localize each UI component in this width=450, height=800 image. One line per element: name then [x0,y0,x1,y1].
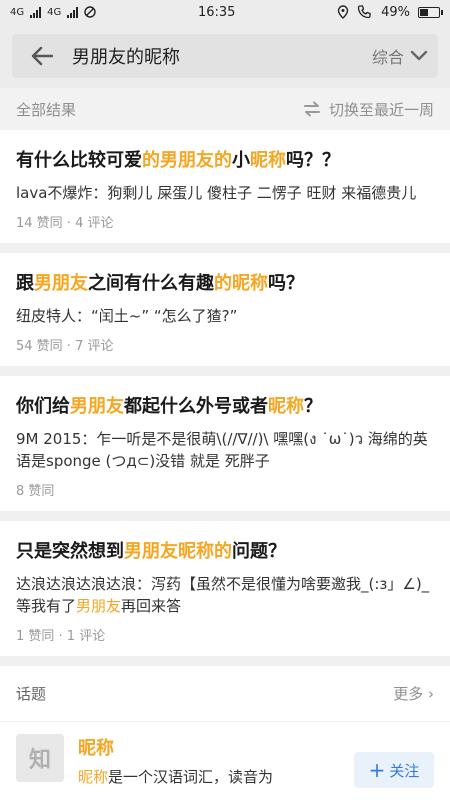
more-topics-link[interactable]: 更多 › [393,683,434,704]
title-highlight: 昵称 [250,150,286,171]
status-left: 4G 4G [10,6,96,18]
result-title[interactable]: 只是突然想到男朋友昵称的问题？ [16,539,434,565]
excerpt-text: 纽皮特人：“闰土~” “怎么了猹?” [16,307,238,325]
switch-time-range-button[interactable]: 切换至最近一周 [303,99,434,120]
follow-label: 关注 [389,761,420,780]
topic-desc-highlight: 昵称 [78,768,109,786]
title-text: 有什么比较可爱 [16,150,142,171]
result-card[interactable]: 有什么比较可爱的男朋友的小昵称吗？？ lava不爆炸：狗剩儿 屎蛋儿 傻柱子 二愣… [0,130,450,243]
chevron-down-icon [410,50,428,61]
battery-percent: 49% [381,4,410,20]
excerpt-highlight: 男朋友 [76,597,122,615]
result-card[interactable]: 你们给男朋友都起什么外号或者昵称？ 9M 2015：乍一听是不是很萌\(//∇//… [0,376,450,511]
results-list: 有什么比较可爱的男朋友的小昵称吗？？ lava不爆炸：狗剩儿 屎蛋儿 傻柱子 二愣… [0,130,450,656]
title-highlight: 的昵称 [214,273,268,294]
title-text: 只是突然想到 [16,541,124,562]
title-highlight: 的男朋友的 [142,150,232,171]
result-title[interactable]: 跟男朋友之间有什么有趣的昵称吗？ [16,271,434,297]
signal-icon-2 [67,6,79,18]
excerpt-text: 9M 2015：乍一听是不是很萌\(//∇//)\ 嘿嘿(ง ˙ω˙)ว 海绵的… [16,430,428,470]
title-highlight: 昵称 [268,396,304,417]
title-text: 你们给 [16,396,70,417]
title-text: 吗？ [268,273,304,294]
network-label: 4G [10,6,25,18]
signal-icon [30,6,42,18]
result-stats: 8 赞同 [16,484,55,499]
result-stats: 14 赞同 · 4 评论 [16,216,114,231]
battery-icon [418,6,443,18]
result-title[interactable]: 有什么比较可爱的男朋友的小昵称吗？？ [16,148,434,174]
result-card[interactable]: 跟男朋友之间有什么有趣的昵称吗？ 纽皮特人：“闰土~” “怎么了猹?” 54 赞同 … [0,253,450,366]
back-button[interactable] [22,36,62,76]
network-label-2: 4G [47,6,62,18]
excerpt-text: lava不爆炸：狗剩儿 屎蛋儿 傻柱子 二愣子 旺财 来福德贵儿 [16,184,417,202]
excerpt-text: 再回来答 [121,597,182,615]
topic-description: 昵称是一个汉语词汇，读音为 [78,766,340,787]
topics-heading: 话题 [16,685,47,703]
result-excerpt: 纽皮特人：“闰土~” “怎么了猹?” [16,305,434,327]
sort-label: 综合 [371,48,404,67]
title-text: 问题？ [232,541,286,562]
result-stats: 54 赞同 · 7 评论 [16,339,114,354]
result-excerpt: 达浪达浪达浪达浪：泻药【虽然不是很懂为啥要邀我_(:з」∠)_ 等我有了男朋友再… [16,573,434,617]
search-header: 男朋友的昵称 综合 [0,24,450,88]
status-bar: 4G 4G 16:35 49% [0,0,450,24]
back-arrow-icon [31,46,53,66]
phone-icon [357,5,371,19]
status-right: 49% [337,4,443,20]
title-highlight: 男朋友 [70,396,124,417]
result-excerpt: 9M 2015：乍一听是不是很萌\(//∇//)\ 嘿嘿(ง ˙ω˙)ว 海绵的… [16,428,434,472]
swap-icon [303,101,320,117]
result-excerpt: lava不爆炸：狗剩儿 屎蛋儿 傻柱子 二愣子 旺财 来福德贵儿 [16,182,434,204]
all-results-label: 全部结果 [16,100,77,119]
title-text: 吗？？ [286,150,340,171]
follow-button[interactable]: + 关注 [354,752,434,788]
title-text: 之间有什么有趣 [88,273,214,294]
result-card[interactable]: 只是突然想到男朋友昵称的问题？ 达浪达浪达浪达浪：泻药【虽然不是很懂为啥要邀我_(… [0,521,450,656]
results-meta-bar: 全部结果 切换至最近一周 [0,88,450,130]
topic-name: 昵称 [78,738,114,759]
title-text: ？ [304,396,322,417]
topic-item[interactable]: 知 昵称 昵称是一个汉语词汇，读音为 + 关注 [0,722,450,800]
search-query[interactable]: 男朋友的昵称 [62,43,372,69]
title-text: 跟 [16,273,34,294]
title-highlight: 男朋友昵称的 [124,541,232,562]
result-title[interactable]: 你们给男朋友都起什么外号或者昵称？ [16,394,434,420]
title-text: 小 [232,150,250,171]
title-highlight: 男朋友 [34,273,88,294]
location-icon [337,5,349,19]
topic-desc-text: 是一个汉语词汇，读音为 [108,768,274,786]
sort-dropdown[interactable]: 综合 [372,44,428,68]
result-stats: 1 赞同 · 1 评论 [16,629,106,644]
topic-body: 昵称 昵称是一个汉语词汇，读音为 [78,734,340,787]
topic-logo-icon: 知 [16,734,64,782]
plus-icon: + [368,758,386,782]
title-text: 都起什么外号或者 [124,396,268,417]
search-box[interactable]: 男朋友的昵称 综合 [12,34,438,78]
switch-label: 切换至最近一周 [328,100,434,119]
no-disturb-icon [84,6,96,18]
status-time: 16:35 [197,4,236,20]
topics-header: 话题 更多 › [0,666,450,722]
topics-section: 话题 更多 › 知 昵称 昵称是一个汉语词汇，读音为 + 关注 [0,666,450,800]
